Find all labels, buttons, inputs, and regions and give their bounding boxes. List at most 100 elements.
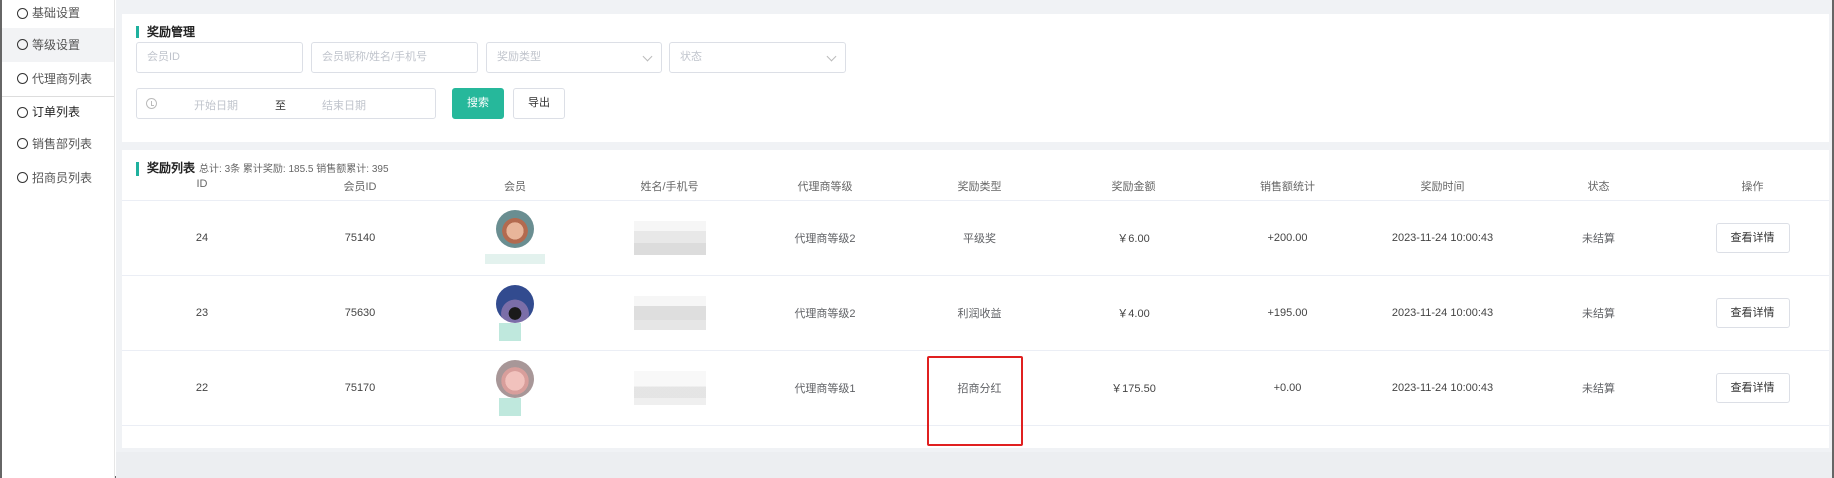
column-header: 奖励时间	[1364, 178, 1521, 201]
column-header: 姓名/手机号	[592, 178, 747, 201]
range-separator: 至	[275, 100, 286, 112]
cell-sales: +200.00	[1211, 200, 1364, 276]
cell-status: 未结算	[1521, 350, 1676, 426]
chevron-down-icon	[826, 51, 837, 62]
status-placeholder: 状态	[680, 51, 702, 63]
cell-status: 未结算	[1521, 275, 1676, 351]
column-header: 销售额统计	[1211, 178, 1364, 201]
cell-reward-type: 平级奖	[903, 200, 1056, 276]
cell-id: 22	[122, 350, 282, 426]
cell-level: 代理商等级2	[747, 200, 903, 276]
sidebar-item-label: 等级设置	[32, 38, 81, 52]
cell-member	[438, 350, 592, 426]
bottom-strip	[116, 452, 1832, 478]
sidebar-item-label: 订单列表	[32, 105, 81, 119]
list-section-title: 奖励列表 总计: 3条 累计奖励: 185.5 销售额累计: 395	[136, 162, 389, 176]
list-summary: 总计: 3条 累计奖励: 185.5 销售额累计: 395	[199, 164, 389, 175]
cell-time: 2023-11-24 10:00:43	[1364, 275, 1521, 351]
avatar	[496, 359, 534, 398]
reward-type-select[interactable]: 奖励类型	[486, 42, 662, 73]
cell-amount: ￥4.00	[1056, 275, 1211, 351]
circle-icon	[17, 172, 28, 183]
cell-name-phone	[592, 200, 747, 276]
column-header: 会员	[438, 178, 592, 201]
column-header: ID	[122, 178, 282, 201]
table-row: 24 75140 代理商等级2 平级奖 ￥6.00 +200.00 2023-1…	[122, 200, 1829, 276]
cell-member-id: 75170	[282, 350, 438, 426]
sidebar: 基础设置 等级设置 代理商列表 订单列表 销售部列表 招商员列表	[2, 0, 115, 478]
column-header: 奖励类型	[903, 178, 1056, 201]
clock-icon	[146, 98, 157, 109]
avatar	[496, 209, 534, 248]
sidebar-item-label: 销售部列表	[32, 137, 93, 151]
cell-level: 代理商等级1	[747, 350, 903, 426]
cell-time: 2023-11-24 10:00:43	[1364, 350, 1521, 426]
member-id-input[interactable]: 会员ID	[136, 42, 303, 73]
cell-id: 23	[122, 275, 282, 351]
cell-member	[438, 275, 592, 351]
chevron-down-icon	[642, 51, 653, 62]
export-button[interactable]: 导出	[513, 88, 565, 119]
cell-sales: +0.00	[1211, 350, 1364, 426]
status-select[interactable]: 状态	[669, 42, 846, 73]
reward-table: ID 会员ID 会员 姓名/手机号 代理商等级 奖励类型 奖励金额 销售额统计 …	[122, 178, 1829, 426]
list-title: 奖励列表	[147, 161, 196, 175]
blurred-name-phone	[633, 370, 706, 405]
cell-id: 24	[122, 200, 282, 276]
cell-name-phone	[592, 350, 747, 426]
column-header: 代理商等级	[747, 178, 903, 201]
cell-reward-type: 招商分红	[903, 350, 1056, 426]
circle-icon	[17, 107, 28, 118]
cell-action: 查看详情	[1676, 275, 1829, 351]
cell-member	[438, 200, 592, 276]
cell-status: 未结算	[1521, 200, 1676, 276]
cell-action: 查看详情	[1676, 200, 1829, 276]
cell-amount: ￥6.00	[1056, 200, 1211, 276]
blurred-nickname	[499, 397, 521, 416]
cell-level: 代理商等级2	[747, 275, 903, 351]
main-content: 奖励管理 会员ID 会员昵称/姓名/手机号 奖励类型 状态 开始日期 至 结束日…	[116, 0, 1832, 478]
sidebar-item-label: 基础设置	[32, 6, 81, 20]
cell-time: 2023-11-24 10:00:43	[1364, 200, 1521, 276]
circle-icon	[17, 138, 28, 149]
circle-icon	[17, 39, 28, 50]
start-date-input[interactable]: 开始日期	[194, 97, 238, 113]
column-header: 会员ID	[282, 178, 438, 201]
sidebar-item-basic-settings[interactable]: 基础设置	[2, 0, 114, 28]
column-header: 状态	[1521, 178, 1676, 201]
circle-icon	[17, 8, 28, 19]
table-row: 22 75170 代理商等级1 招商分红 ￥175.50 +0.00 2023-…	[122, 350, 1829, 426]
reward-type-placeholder: 奖励类型	[497, 51, 541, 63]
sidebar-item-sales-dept-list[interactable]: 销售部列表	[2, 127, 114, 161]
view-details-button[interactable]: 查看详情	[1715, 372, 1790, 403]
filter-section-title: 奖励管理	[136, 26, 195, 38]
table-header-row: ID 会员ID 会员 姓名/手机号 代理商等级 奖励类型 奖励金额 销售额统计 …	[122, 178, 1829, 201]
end-date-input[interactable]: 结束日期	[322, 97, 366, 113]
sidebar-item-agent-list[interactable]: 代理商列表	[2, 62, 114, 96]
search-button[interactable]: 搜索	[452, 88, 504, 119]
blurred-name-phone	[633, 295, 706, 330]
table-row: 23 75630 代理商等级2 利润收益 ￥4.00 +195.00 2023-…	[122, 275, 1829, 351]
date-range-picker[interactable]: 开始日期 至 结束日期	[136, 88, 436, 119]
column-header: 操作	[1676, 178, 1829, 201]
sidebar-item-label: 招商员列表	[32, 171, 93, 185]
filter-panel: 奖励管理 会员ID 会员昵称/姓名/手机号 奖励类型 状态 开始日期 至 结束日…	[122, 14, 1829, 142]
sidebar-item-level-settings[interactable]: 等级设置	[2, 28, 114, 62]
cell-action: 查看详情	[1676, 350, 1829, 426]
circle-icon	[17, 73, 28, 84]
cell-name-phone	[592, 275, 747, 351]
blurred-name-phone	[633, 220, 706, 255]
cell-reward-type: 利润收益	[903, 275, 1056, 351]
cell-member-id: 75140	[282, 200, 438, 276]
avatar	[496, 284, 534, 323]
cell-amount: ￥175.50	[1056, 350, 1211, 426]
reward-list-panel: 奖励列表 总计: 3条 累计奖励: 185.5 销售额累计: 395 ID 会员I…	[122, 150, 1829, 448]
cell-member-id: 75630	[282, 275, 438, 351]
view-details-button[interactable]: 查看详情	[1715, 222, 1790, 253]
sidebar-item-order-list[interactable]: 订单列表	[2, 96, 114, 127]
column-header: 奖励金额	[1056, 178, 1211, 201]
view-details-button[interactable]: 查看详情	[1715, 297, 1790, 328]
member-name-input[interactable]: 会员昵称/姓名/手机号	[311, 42, 478, 73]
blurred-nickname	[485, 253, 545, 264]
sidebar-item-recruiter-list[interactable]: 招商员列表	[2, 161, 114, 195]
